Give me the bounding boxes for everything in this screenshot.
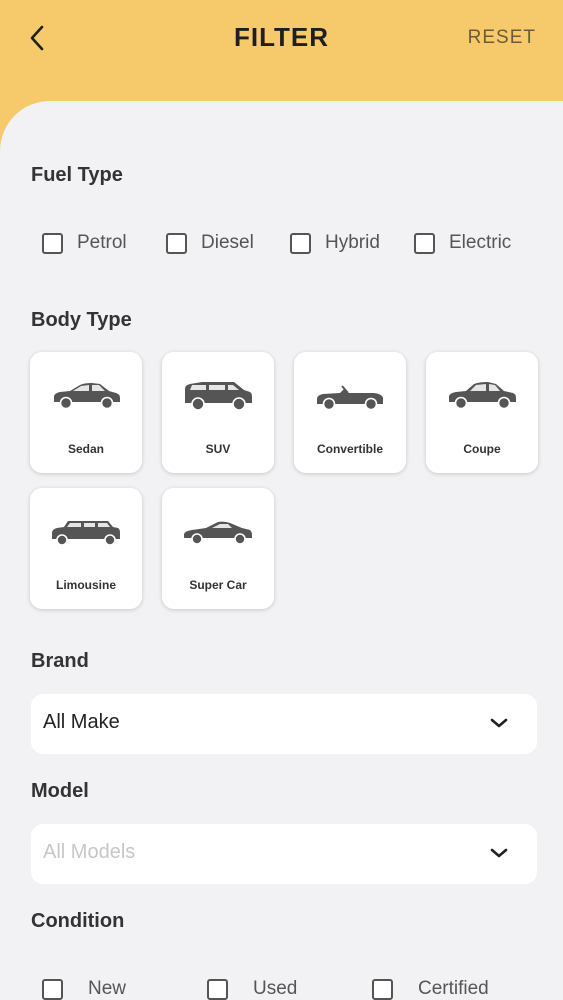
checkbox-label: Used xyxy=(253,978,298,999)
fuel-option-diesel[interactable]: Diesel xyxy=(166,228,254,258)
model-select-placeholder: All Models xyxy=(43,841,136,863)
sedan-icon xyxy=(54,383,120,410)
super-car-icon xyxy=(184,521,252,545)
chevron-down-icon xyxy=(490,718,508,728)
checkbox[interactable] xyxy=(42,232,63,254)
card-label: Limousine xyxy=(55,578,116,592)
condition-option-used[interactable]: Used xyxy=(207,974,297,1000)
checkbox[interactable] xyxy=(207,978,228,1000)
brand-select-value: All Make xyxy=(43,711,120,733)
fuel-type-title: Fuel Type xyxy=(31,164,123,186)
fuel-option-petrol[interactable]: Petrol xyxy=(42,228,127,258)
body-type-suv[interactable]: SUV xyxy=(162,352,274,473)
suv-icon xyxy=(185,382,252,411)
chevron-down-icon xyxy=(490,848,508,858)
checkbox-label: Petrol xyxy=(77,232,127,253)
back-button[interactable] xyxy=(22,22,52,54)
brand-select[interactable]: All Make xyxy=(31,694,537,754)
body-type-convertible[interactable]: Convertible xyxy=(294,352,406,473)
fuel-type-options: Petrol Diesel Hybrid Electric xyxy=(0,228,563,258)
model-title: Model xyxy=(31,780,89,802)
checkbox[interactable] xyxy=(414,232,435,254)
body-type-title: Body Type xyxy=(31,309,132,331)
limousine-icon xyxy=(52,521,120,546)
checkbox-label: Hybrid xyxy=(325,232,380,253)
condition-option-certified[interactable]: Certified xyxy=(372,974,489,1000)
model-select[interactable]: All Models xyxy=(31,824,537,884)
fuel-option-hybrid[interactable]: Hybrid xyxy=(290,228,380,258)
checkbox-label: New xyxy=(88,978,127,999)
body-type-limousine[interactable]: Limousine xyxy=(30,488,142,609)
checkbox-label: Electric xyxy=(449,232,512,253)
body-type-super-car[interactable]: Super Car xyxy=(162,488,274,609)
brand-title: Brand xyxy=(31,650,89,672)
checkbox[interactable] xyxy=(290,232,311,254)
reset-button[interactable]: RESET xyxy=(468,27,536,49)
condition-options: New Used Certified xyxy=(0,974,563,1000)
chevron-left-icon xyxy=(30,25,44,51)
checkbox[interactable] xyxy=(42,978,63,1000)
checkbox[interactable] xyxy=(372,978,393,1000)
card-label: Coupe xyxy=(463,442,501,456)
fuel-option-electric[interactable]: Electric xyxy=(414,228,511,258)
checkbox-label: Certified xyxy=(418,978,489,999)
body-type-sedan[interactable]: Sedan xyxy=(30,352,142,473)
checkbox[interactable] xyxy=(166,232,187,254)
card-label: Convertible xyxy=(316,442,383,456)
checkbox-label: Diesel xyxy=(201,232,254,253)
convertible-icon xyxy=(317,385,383,411)
condition-title: Condition xyxy=(31,910,125,932)
card-label: Super Car xyxy=(189,578,247,592)
coupe-icon xyxy=(449,382,516,410)
body-type-coupe[interactable]: Coupe xyxy=(426,352,538,473)
condition-option-new[interactable]: New xyxy=(42,974,126,1000)
card-label: Sedan xyxy=(67,442,104,456)
card-label: SUV xyxy=(205,442,231,456)
